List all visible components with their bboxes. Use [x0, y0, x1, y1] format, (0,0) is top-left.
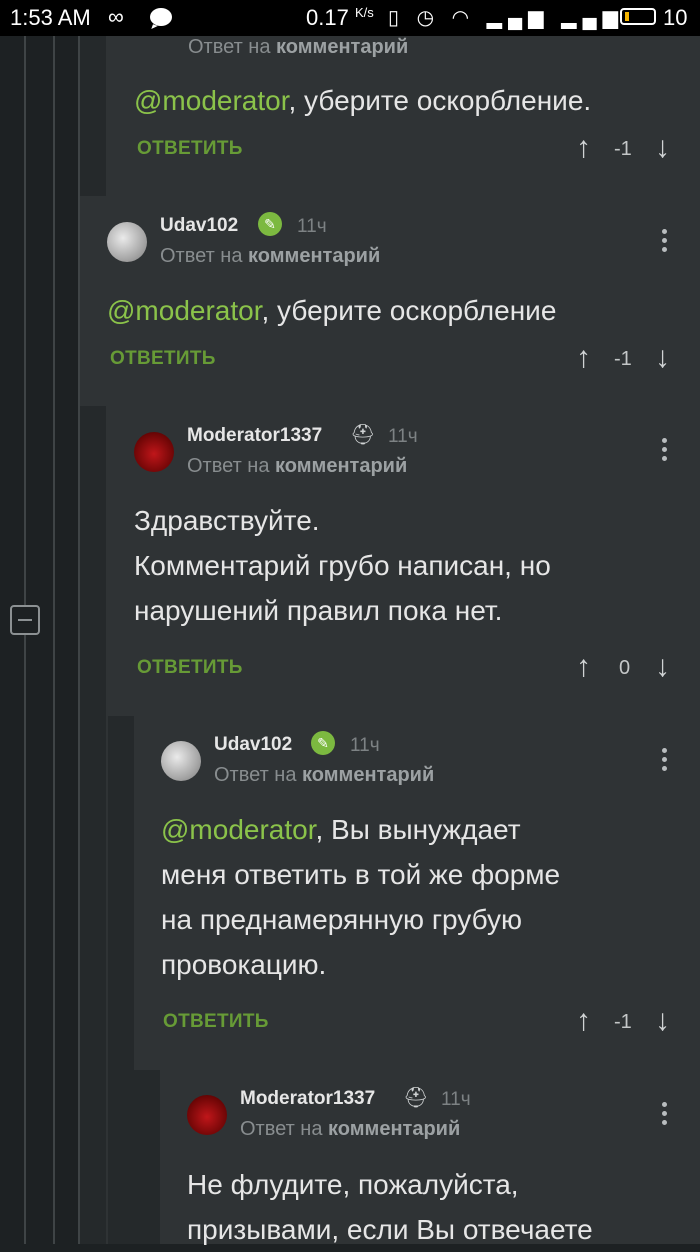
- reply-to-line: Ответ на комментарий: [240, 1118, 461, 1140]
- comment-time: 11ч: [388, 426, 418, 447]
- comment-text: Здравствуйте. Комментарий грубо написан,…: [134, 505, 551, 626]
- status-bar: 1:53 AM ∞ 0.17 K/s ▯ ◷ ◠ ▂▄▆ ▂▄▆ 10: [0, 0, 700, 36]
- comment-author[interactable]: Udav102: [160, 215, 238, 237]
- comment-time: 11ч: [441, 1089, 471, 1110]
- avatar[interactable]: [107, 222, 147, 262]
- reply-button[interactable]: ОТВЕТИТЬ: [137, 138, 243, 160]
- downvote-arrow-icon[interactable]: ↓: [655, 1006, 670, 1036]
- reply-button[interactable]: ОТВЕТИТЬ: [110, 348, 216, 370]
- reply-to-line: Ответ на комментарий: [214, 764, 435, 786]
- downvote-arrow-icon[interactable]: ↓: [655, 652, 670, 682]
- reply-button[interactable]: ОТВЕТИТЬ: [137, 657, 243, 679]
- reply-to-line: Ответ на комментарий: [187, 455, 408, 477]
- reply-button[interactable]: ОТВЕТИТЬ: [163, 1011, 269, 1033]
- comment-text: Не флудите, пожалуйста, призывами, если …: [187, 1169, 593, 1245]
- reply-to-line: Ответ на комментарий: [188, 36, 409, 58]
- status-time: 1:53 AM: [10, 5, 91, 30]
- mention-link[interactable]: @moderator: [107, 295, 262, 326]
- thread-accent: [108, 716, 134, 1244]
- thread-line: [53, 36, 55, 1244]
- comment-rating: 0: [619, 657, 631, 679]
- reply-to-line: Ответ на комментарий: [160, 245, 381, 267]
- comment-time: 11ч: [297, 216, 327, 237]
- reply-target-link[interactable]: комментарий: [248, 245, 380, 267]
- thread-line: [24, 36, 26, 1244]
- upvote-arrow-icon[interactable]: ↑: [576, 1006, 591, 1036]
- signal-icons: ▯ ◷ ◠ ▂▄▆ ▂▄▆: [388, 7, 624, 29]
- upvote-arrow-icon[interactable]: ↑: [576, 652, 591, 682]
- comment-time: 11ч: [350, 735, 380, 756]
- upvote-arrow-icon[interactable]: ↑: [576, 133, 591, 163]
- reply-target-link[interactable]: комментарий: [276, 36, 408, 58]
- collapse-thread-button[interactable]: [10, 605, 40, 635]
- infinity-icon: ∞: [108, 4, 124, 29]
- pencil-icon: ✎: [258, 212, 282, 236]
- comment-rating: -1: [614, 1011, 632, 1033]
- comment-rating: -1: [614, 138, 632, 160]
- thread-accent: [80, 406, 106, 1244]
- downvote-arrow-icon[interactable]: ↓: [655, 133, 670, 163]
- more-options-icon[interactable]: [662, 1102, 667, 1129]
- upvote-arrow-icon[interactable]: ↑: [576, 343, 591, 373]
- battery-icon: [620, 8, 656, 25]
- comment-text: @moderator, уберите оскорбление: [107, 295, 557, 326]
- mention-link[interactable]: @moderator: [161, 814, 316, 845]
- comment-author[interactable]: Udav102: [214, 734, 292, 756]
- more-options-icon[interactable]: [662, 748, 667, 775]
- avatar[interactable]: [161, 741, 201, 781]
- comment-text: @moderator, Вы вынуждает меня ответить в…: [161, 814, 561, 980]
- more-options-icon[interactable]: [662, 229, 667, 256]
- chat-notification-icon: [150, 8, 172, 26]
- thread-accent: [80, 36, 106, 196]
- moderator-icon: ⛑: [403, 1087, 429, 1109]
- thread-accent: [134, 1070, 160, 1244]
- reply-target-link[interactable]: комментарий: [302, 764, 434, 786]
- mention-link[interactable]: @moderator: [134, 85, 289, 116]
- pencil-icon: ✎: [311, 731, 335, 755]
- network-speed: 0.17 K/s: [306, 5, 374, 30]
- avatar[interactable]: [187, 1095, 227, 1135]
- downvote-arrow-icon[interactable]: ↓: [655, 343, 670, 373]
- moderator-icon: ⛑: [350, 424, 376, 446]
- comment-text: @moderator, уберите оскорбление.: [134, 85, 592, 116]
- battery-level: 10: [663, 5, 688, 30]
- comment-author[interactable]: Moderator1337: [187, 425, 322, 447]
- avatar[interactable]: [134, 432, 174, 472]
- comment-author[interactable]: Moderator1337: [240, 1088, 375, 1110]
- comment-rating: -1: [614, 348, 632, 370]
- reply-target-link[interactable]: комментарий: [275, 455, 407, 477]
- more-options-icon[interactable]: [662, 438, 667, 465]
- reply-target-link[interactable]: комментарий: [328, 1118, 460, 1140]
